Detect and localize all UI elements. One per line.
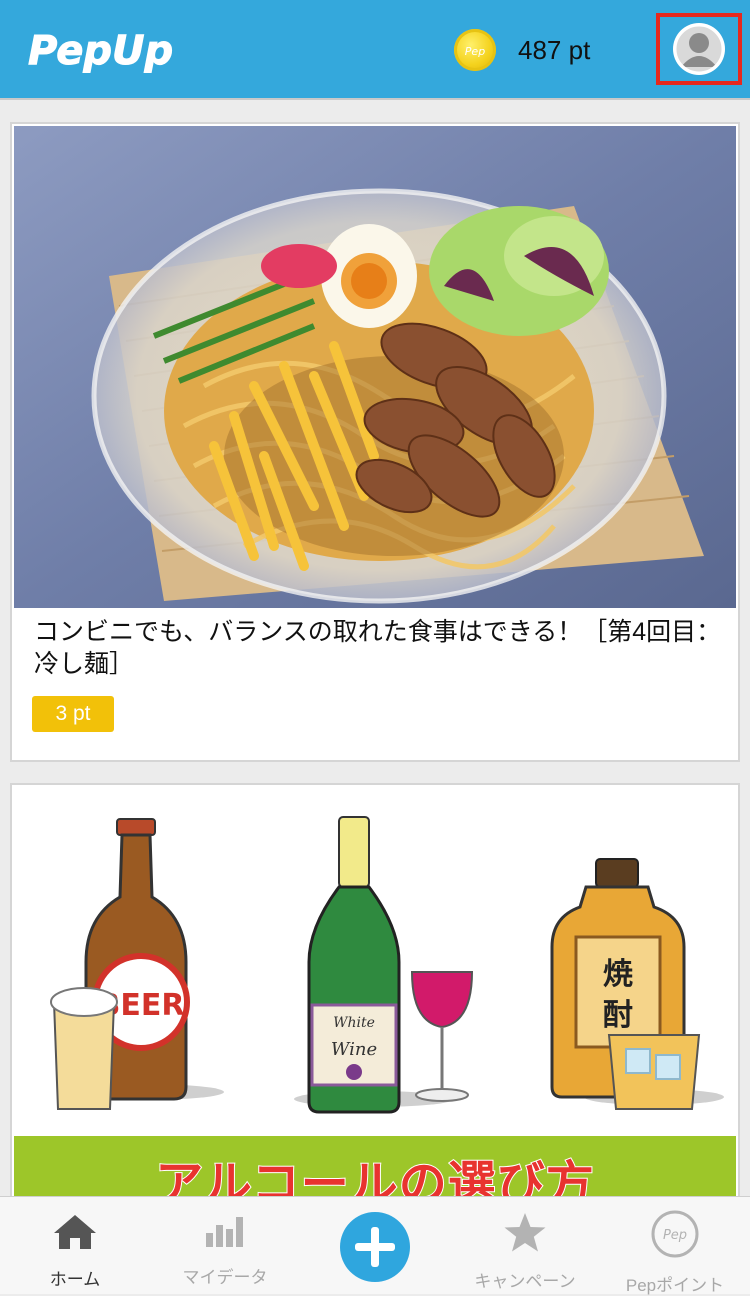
article-card[interactable]: コンビニでも、バランスの取れた食事はできる！［第4回目：冷し麺］ 3 pt (10, 122, 740, 762)
shochu-label-2: 酎 (603, 998, 633, 1033)
tab-label-home: ホーム (49, 1270, 101, 1289)
coin-label: Pep (465, 45, 485, 58)
add-button[interactable] (340, 1212, 410, 1282)
shochu-label-1: 焼 (603, 957, 633, 992)
home-icon (54, 1215, 96, 1249)
tab-label-mydata: マイデータ (182, 1268, 268, 1287)
article-title[interactable]: コンビニでも、バランスの取れた食事はできる！［第4回目：冷し麺］ (34, 616, 724, 680)
tab-home[interactable]: ホーム (0, 1197, 150, 1295)
plus-icon (355, 1227, 395, 1267)
article-card[interactable]: BEER White Wine 焼 酎 アルコールの選び方 (10, 783, 740, 1213)
avatar-icon (673, 23, 725, 75)
tab-mydata[interactable]: マイデータ (150, 1197, 300, 1295)
tab-campaign[interactable]: キャンペーン (450, 1197, 600, 1295)
bar-chart-icon (206, 1217, 243, 1247)
cold-noodle-photo (14, 126, 736, 608)
star-icon (504, 1213, 546, 1252)
points-balance: 487 pt (518, 35, 591, 65)
pep-point-icon: Pep (651, 1210, 699, 1258)
tab-label-campaign: キャンペーン (474, 1272, 576, 1291)
coin-icon: Pep (454, 29, 496, 71)
pepup-logo[interactable]: PepUp (28, 22, 178, 78)
bottom-tab-bar: ホーム マイデータ キャンペーン Pep Pepポイント (0, 1196, 750, 1295)
tab-pep-point[interactable]: Pep Pepポイント (600, 1197, 750, 1295)
wine-label-wine: Wine (331, 1039, 377, 1060)
profile-button[interactable] (656, 13, 742, 85)
alcohol-illustration: BEER White Wine 焼 酎 (14, 787, 736, 1137)
tab-label-pep-point: Pepポイント (625, 1276, 725, 1295)
points-badge: 3 pt (32, 696, 114, 732)
app-header: PepUp Pep 487 pt (0, 0, 750, 100)
wine-label-white: White (333, 1015, 375, 1031)
logo-text: PepUp (28, 28, 173, 74)
svg-text:Pep: Pep (663, 1228, 687, 1243)
